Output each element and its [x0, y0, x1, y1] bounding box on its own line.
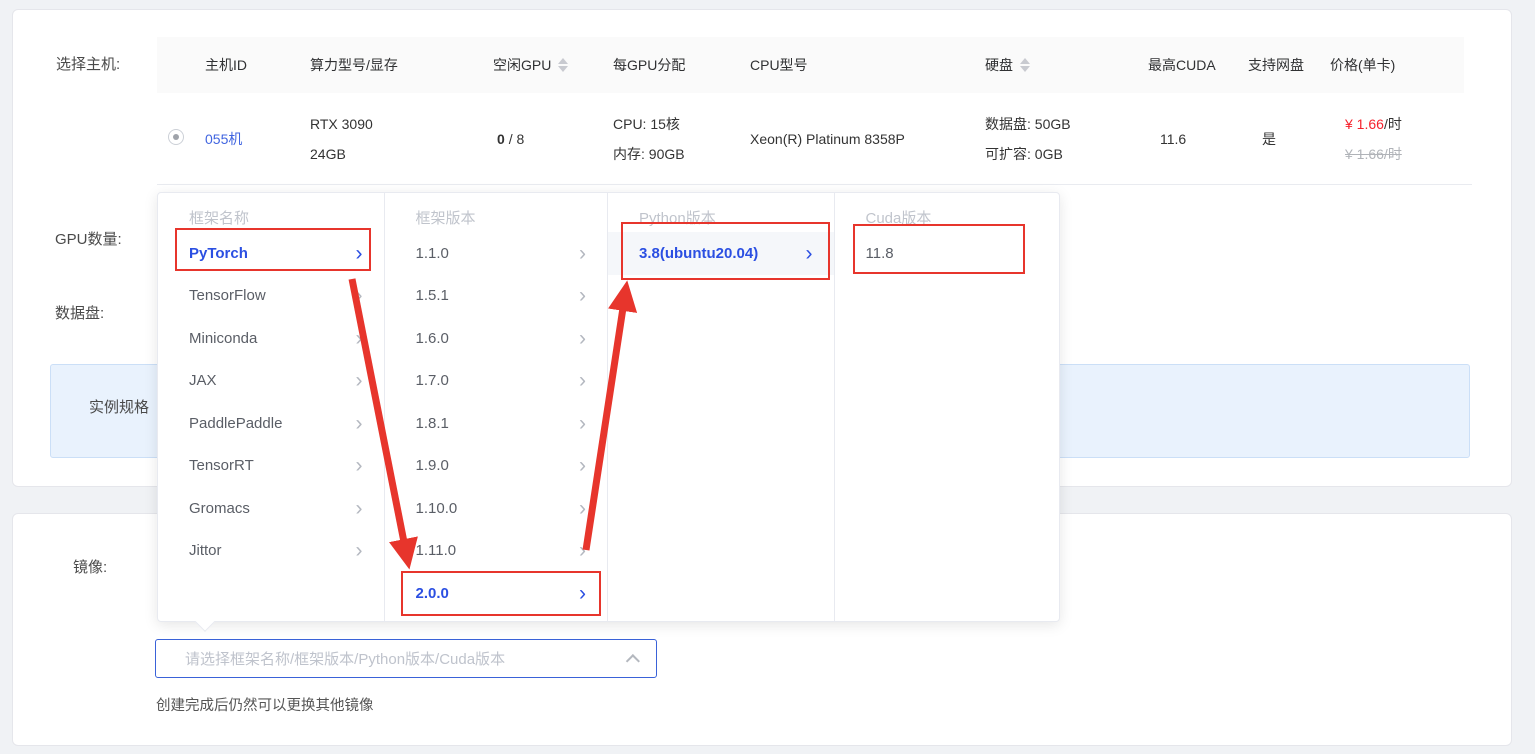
col-header-max-cuda: 最高CUDA — [1148, 55, 1248, 75]
cascader-item-jittor[interactable]: Jittor — [158, 530, 384, 573]
cascader-column-python-version: Python版本 3.8(ubuntu20.04) — [608, 193, 835, 621]
cascader-item-v1-1-0[interactable]: 1.1.0 — [385, 232, 608, 275]
price-cell: ¥ 1.66/时 ¥ 1.66/时 — [1330, 109, 1464, 169]
col-header-gpu-model: 算力型号/显存 — [310, 55, 493, 75]
cascader-item-gromacs[interactable]: Gromacs — [158, 487, 384, 530]
gpu-count-label: GPU数量: — [55, 228, 122, 249]
host-id-link[interactable]: 055机 — [205, 129, 310, 149]
cpu-model-cell: Xeon(R) Platinum 8358P — [750, 131, 985, 147]
cascader-item-v1-11-0[interactable]: 1.11.0 — [385, 530, 608, 573]
cascader-column-title: 框架名称 — [158, 207, 384, 232]
chevron-right-icon — [356, 370, 363, 391]
data-disk-label: 数据盘: — [55, 302, 104, 323]
cascader-column-cuda-version: Cuda版本 11.8 — [835, 193, 1060, 621]
cascader-item-v1-8-1[interactable]: 1.8.1 — [385, 402, 608, 445]
cascader-item-v2-0-0[interactable]: 2.0.0 — [385, 572, 608, 615]
chevron-right-icon — [356, 540, 363, 561]
cascader-item-v1-6-0[interactable]: 1.6.0 — [385, 317, 608, 360]
chevron-right-icon — [579, 498, 586, 519]
chevron-right-icon — [806, 243, 813, 264]
col-header-free-gpu[interactable]: 空闲GPU — [493, 55, 613, 75]
max-cuda-cell: 11.6 — [1148, 131, 1248, 147]
chevron-right-icon — [579, 413, 586, 434]
chevron-right-icon — [356, 498, 363, 519]
cascader-item-cuda-11-8[interactable]: 11.8 — [835, 232, 1060, 275]
select-placeholder: 请选择框架名称/框架版本/Python版本/Cuda版本 — [185, 648, 630, 669]
cascader-item-pytorch[interactable]: PyTorch — [158, 232, 384, 275]
col-header-price: 价格(单卡) — [1330, 55, 1464, 75]
cascader-item-v1-9-0[interactable]: 1.9.0 — [385, 445, 608, 488]
cascader-item-v1-5-1[interactable]: 1.5.1 — [385, 275, 608, 318]
gpu-model-cell: RTX 3090 24GB — [310, 109, 493, 169]
cascader-item-miniconda[interactable]: Miniconda — [158, 317, 384, 360]
free-gpu-cell: 0 / 8 — [493, 131, 613, 147]
host-select-label: 选择主机: — [56, 53, 120, 74]
sort-icon[interactable] — [1020, 58, 1030, 72]
chevron-right-icon — [356, 243, 363, 264]
image-label: 镜像: — [73, 556, 107, 577]
host-table: 主机ID 算力型号/显存 空闲GPU 每GPU分配 CPU型号 硬盘 最高CUD… — [157, 37, 1472, 185]
host-table-header: 主机ID 算力型号/显存 空闲GPU 每GPU分配 CPU型号 硬盘 最高CUD… — [157, 37, 1464, 93]
cascader-column-framework-version: 框架版本 1.1.0 1.5.1 1.6.0 1.7.0 1.8.1 1.9.0… — [385, 193, 609, 621]
host-radio-selected[interactable] — [168, 129, 184, 145]
cascader-item-python-3-8[interactable]: 3.8(ubuntu20.04) — [608, 232, 834, 275]
image-change-hint: 创建完成后仍然可以更换其他镜像 — [156, 694, 374, 715]
chevron-right-icon — [579, 583, 586, 604]
col-header-host-id: 主机ID — [205, 55, 310, 75]
chevron-right-icon — [356, 285, 363, 306]
image-cascader-select[interactable]: 请选择框架名称/框架版本/Python版本/Cuda版本 — [155, 639, 657, 678]
cascader-column-title: 框架版本 — [385, 207, 608, 232]
per-gpu-cell: CPU: 15核 内存: 90GB — [613, 109, 750, 169]
chevron-right-icon — [356, 455, 363, 476]
cascader-item-tensorrt[interactable]: TensorRT — [158, 445, 384, 488]
cascader-item-tensorflow[interactable]: TensorFlow — [158, 275, 384, 318]
cascader-item-jax[interactable]: JAX — [158, 360, 384, 403]
cascader-column-title: Cuda版本 — [835, 207, 1060, 232]
chevron-right-icon — [579, 370, 586, 391]
host-table-row[interactable]: 055机 RTX 3090 24GB 0 / 8 CPU: 15核 内存: 90… — [157, 93, 1472, 185]
cascader-item-v1-10-0[interactable]: 1.10.0 — [385, 487, 608, 530]
col-header-per-gpu: 每GPU分配 — [613, 55, 750, 75]
disk-cell: 数据盘: 50GB 可扩容: 0GB — [985, 109, 1148, 169]
cascader-column-framework: 框架名称 PyTorch TensorFlow Miniconda JAX Pa… — [158, 193, 385, 621]
netdisk-cell: 是 — [1248, 129, 1330, 149]
instance-spec-label: 实例规格 — [89, 399, 149, 416]
chevron-right-icon — [579, 285, 586, 306]
sort-icon[interactable] — [558, 58, 568, 72]
col-header-cpu-model: CPU型号 — [750, 55, 985, 75]
cascader-column-title: Python版本 — [608, 207, 834, 232]
chevron-right-icon — [579, 455, 586, 476]
cascader-panel: 框架名称 PyTorch TensorFlow Miniconda JAX Pa… — [157, 192, 1060, 622]
chevron-right-icon — [356, 328, 363, 349]
col-header-netdisk: 支持网盘 — [1248, 55, 1330, 75]
chevron-right-icon — [579, 328, 586, 349]
cascader-item-v1-7-0[interactable]: 1.7.0 — [385, 360, 608, 403]
chevron-right-icon — [356, 413, 363, 434]
cascader-item-paddlepaddle[interactable]: PaddlePaddle — [158, 402, 384, 445]
chevron-right-icon — [579, 243, 586, 264]
chevron-right-icon — [579, 540, 586, 561]
col-header-disk[interactable]: 硬盘 — [985, 55, 1148, 75]
